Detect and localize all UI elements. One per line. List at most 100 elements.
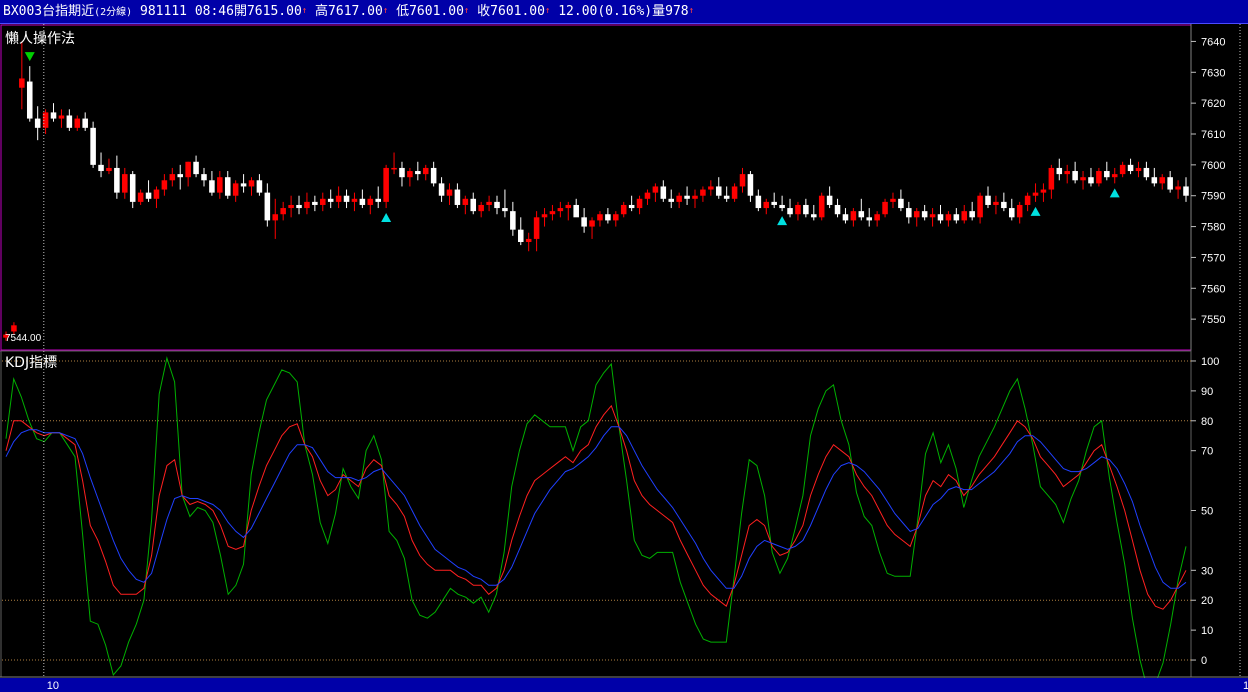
candle: [217, 171, 223, 199]
candle-body: [1032, 192, 1039, 196]
candle-body: [1167, 177, 1173, 190]
close-value: 7601.00: [490, 4, 545, 19]
candle: [763, 198, 770, 215]
candle: [367, 195, 374, 215]
candle: [1001, 192, 1007, 212]
candle-body: [818, 195, 825, 218]
candle: [272, 198, 279, 239]
candle-body: [898, 198, 904, 209]
candle: [937, 204, 944, 224]
open-up-arrow-icon: ↑: [301, 6, 308, 16]
candle: [525, 232, 532, 252]
candle-body: [581, 217, 587, 227]
chart-area[interactable]: 7550 7560 7570 7580 7590 7600 7610 7620 7630 7640…: [0, 24, 1248, 692]
price-panel-title: 懶人操作法: [5, 31, 75, 47]
candle-body: [517, 229, 524, 242]
candle-body: [1056, 167, 1063, 175]
candle: [66, 109, 73, 131]
candle-body: [217, 177, 223, 193]
candle-body: [407, 171, 413, 178]
candle: [882, 198, 888, 218]
candle-body: [882, 201, 888, 215]
price-y-tick-label: 7580: [1201, 222, 1225, 234]
candle-body: [327, 198, 334, 202]
candle-body: [304, 201, 310, 209]
candle-body: [858, 211, 865, 218]
candle: [1032, 183, 1039, 202]
candle: [201, 167, 207, 187]
price-y-tick-label: 7600: [1201, 160, 1225, 172]
candle-body: [628, 204, 635, 209]
candle-body: [945, 214, 952, 221]
candle-body: [359, 198, 366, 205]
candle-body: [422, 167, 429, 175]
candle: [961, 204, 968, 224]
candle: [438, 177, 445, 202]
candle: [977, 192, 983, 224]
price-y-tick-label: 7620: [1201, 98, 1225, 110]
candle: [478, 201, 484, 218]
candle-body: [106, 167, 112, 172]
candle-body: [19, 78, 25, 88]
candle-body: [787, 208, 793, 215]
candle: [708, 180, 714, 196]
candle: [82, 112, 88, 131]
candle-body: [668, 198, 675, 202]
candle-body: [502, 208, 508, 212]
candle: [826, 186, 833, 209]
candle-body: [320, 198, 326, 205]
candle-body: [953, 214, 960, 221]
candle: [114, 155, 120, 199]
candle: [652, 183, 659, 202]
sell-signal-marker: [24, 52, 35, 62]
candle: [462, 195, 469, 215]
candle: [969, 201, 975, 221]
kdj-panel[interactable]: 100908070503020100: [0, 350, 1219, 691]
candle: [1159, 174, 1166, 190]
candle: [470, 192, 477, 215]
candle-body: [811, 214, 817, 218]
candle-body: [209, 180, 215, 193]
candle-body: [755, 195, 762, 209]
candle: [1056, 158, 1063, 181]
candle-body: [129, 174, 136, 202]
candle-body: [193, 161, 199, 175]
candle-body: [66, 115, 73, 128]
candle: [890, 192, 896, 209]
candle: [906, 201, 912, 224]
candle-body: [510, 211, 516, 230]
candle-body: [747, 174, 754, 196]
candle: [494, 195, 500, 215]
high-value: 7617.00: [328, 4, 383, 19]
low-up-arrow-icon: ↑: [463, 6, 470, 16]
candle-body: [589, 220, 595, 227]
candle: [1175, 180, 1181, 199]
candle: [1119, 161, 1126, 178]
candle-body: [937, 214, 944, 221]
candle-body: [312, 201, 318, 205]
volume-label: 量: [652, 4, 666, 19]
candle-body: [684, 195, 690, 199]
candle-body: [137, 192, 144, 202]
kdj-d-line: [5, 426, 1187, 589]
kdj-j-line: [5, 356, 1187, 691]
kdj-y-tick-label: 80: [1201, 416, 1213, 428]
candle-body: [890, 198, 896, 202]
candle: [985, 186, 991, 209]
candle-body: [1151, 177, 1158, 184]
candle-body: [652, 186, 659, 193]
candle-body: [723, 195, 730, 199]
candle-body: [993, 201, 999, 205]
candle: [1088, 167, 1094, 187]
x-tick-label: 10: [47, 680, 59, 692]
candle-body: [335, 195, 342, 202]
candle-body: [1080, 177, 1086, 181]
candle-body: [692, 195, 698, 199]
candle-body: [985, 195, 991, 205]
candle: [581, 208, 587, 233]
candle: [755, 189, 762, 212]
candle: [34, 106, 41, 141]
candle: [42, 109, 49, 134]
candle: [446, 183, 453, 205]
candle-body: [906, 208, 912, 218]
